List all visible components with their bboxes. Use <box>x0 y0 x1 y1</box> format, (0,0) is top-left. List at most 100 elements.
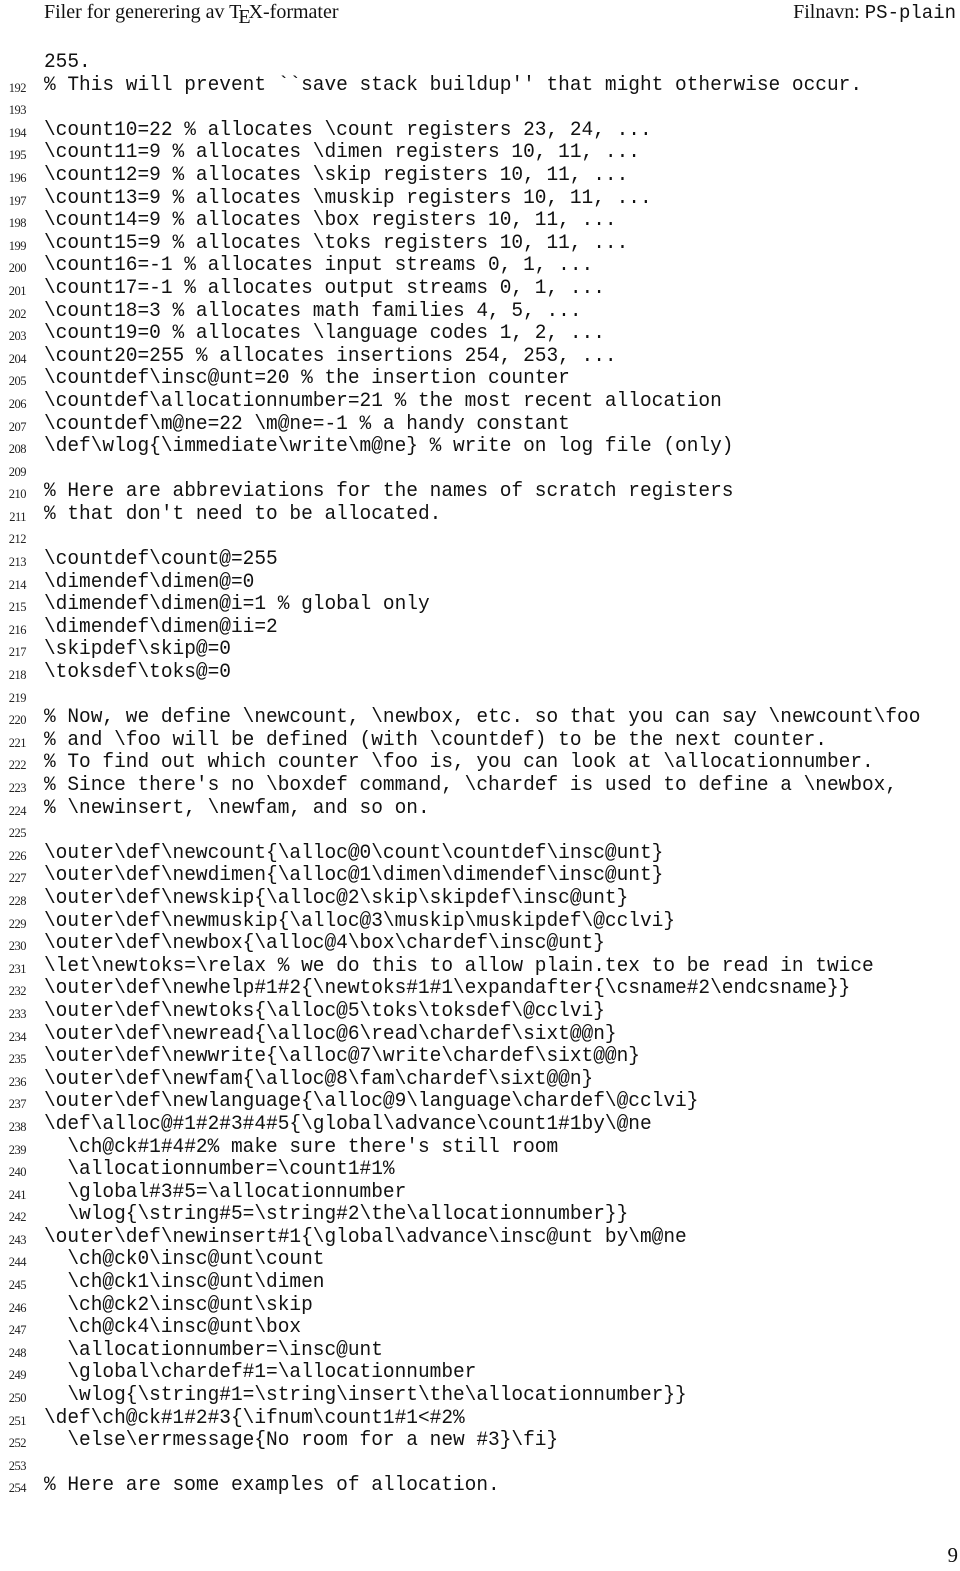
code-line: 204 \count20=255 % allocates insertions 2… <box>0 344 960 369</box>
code-line: 214 \dimendef\dimen@=0 <box>0 570 960 595</box>
line-text: % and \foo will be defined (with \countd… <box>44 728 827 752</box>
line-number: 212 <box>8 532 27 547</box>
line-number: 218 <box>8 668 27 683</box>
line-text: \count11=9 % allocates \dimen registers … <box>44 141 640 165</box>
line-number: 196 <box>8 170 27 185</box>
line-text: \ch@ck2\insc@unt\skip <box>44 1293 313 1317</box>
line-number: 207 <box>8 419 27 434</box>
filename-prefix: Filnavn: <box>793 1 865 23</box>
line-number: 250 <box>8 1391 27 1406</box>
page-header: Filer for generering av TEX-formater Fil… <box>0 0 960 30</box>
line-text: \outer\def\newbox{\alloc@4\box\chardef\i… <box>44 932 605 956</box>
line-text: % Since there's no \boxdef command, \cha… <box>44 774 898 797</box>
line-text: \allocationnumber=\count1#1% <box>44 1158 395 1182</box>
title-prefix: Filer for generering av T <box>44 1 242 23</box>
line-text: \wlog{\string#1=\string\insert\the\alloc… <box>44 1384 687 1408</box>
code-line: 210 % Here are abbreviations for the name… <box>0 481 960 504</box>
line-text: \outer\def\newwrite{\alloc@7\write\chard… <box>44 1045 640 1069</box>
code-line: 245 \ch@ck1\insc@unt\dimen <box>0 1271 960 1295</box>
line-text: \count12=9 % allocates \skip registers 1… <box>44 163 629 187</box>
code-line: 203 \count19=0 % allocates \language code… <box>0 323 960 346</box>
line-number: 193 <box>8 103 27 118</box>
line-text: \outer\def\newinsert#1{\global\advance\i… <box>44 1225 687 1249</box>
line-text: \def\wlog{\immediate\write\m@ne} % write… <box>44 435 734 459</box>
line-number: 192 <box>8 80 27 95</box>
line-number: 239 <box>8 1142 27 1157</box>
line-text: \else\errmessage{No room for a new #3}\f… <box>44 1429 559 1453</box>
line-number: 221 <box>8 735 27 750</box>
line-text: 255. <box>44 51 91 74</box>
line-text: \wlog{\string#5=\string#2\the\allocation… <box>44 1203 629 1227</box>
line-number: 222 <box>8 758 27 773</box>
code-line: 208 \def\wlog{\immediate\write\m@ne} % wr… <box>0 435 960 459</box>
line-text: % Here are some examples of allocation. <box>44 1474 500 1498</box>
code-line: 193 <box>0 97 960 120</box>
code-line: 249 \global\chardef#1=\allocationnumber <box>0 1362 960 1385</box>
line-number: 211 <box>9 509 26 524</box>
code-line: 248 \allocationnumber=\insc@unt <box>0 1339 960 1363</box>
line-text: \count20=255 % allocates insertions 254,… <box>44 344 617 368</box>
line-number: 229 <box>8 916 27 931</box>
line-text: % To find out which counter \foo is, you… <box>44 751 874 775</box>
line-text: \count14=9 % allocates \box registers 10… <box>44 209 617 233</box>
line-text: % \newinsert, \newfam, and so on. <box>44 796 430 820</box>
line-text: \def\ch@ck#1#2#3{\ifnum\count1#1<#2% <box>44 1406 465 1430</box>
line-number: 203 <box>8 329 27 344</box>
line-text: \ch@ck4\insc@unt\box <box>44 1316 302 1340</box>
code-line: 219 <box>0 685 960 708</box>
code-line: 246 \ch@ck2\insc@unt\skip <box>0 1293 960 1318</box>
line-number: 236 <box>8 1074 27 1089</box>
code-line: 200 \count16=-1 % allocates input streams… <box>0 255 960 278</box>
code-line: 243 \outer\def\newinsert#1{\global\advanc… <box>0 1225 960 1250</box>
document-title: Filer for generering av TEX-formater <box>44 0 339 28</box>
line-number: 237 <box>8 1097 27 1112</box>
line-number: 223 <box>8 781 27 795</box>
code-line: 231 \let\newtoks=\relax % we do this to a… <box>0 954 960 979</box>
code-line: 196 \count12=9 % allocates \skip register… <box>0 163 960 188</box>
line-text: \outer\def\newlanguage{\alloc@9\language… <box>44 1090 699 1114</box>
line-number: 195 <box>8 148 27 163</box>
code-line: 215 \dimendef\dimen@i=1 % global only <box>0 594 960 617</box>
line-text: \countdef\m@ne=22 \m@ne=-1 % a handy con… <box>44 412 570 436</box>
line-text: \outer\def\newread{\alloc@6\read\chardef… <box>44 1022 617 1046</box>
code-line: 242 \wlog{\string#5=\string#2\the\alloca… <box>0 1204 960 1227</box>
line-text: \dimendef\dimen@=0 <box>44 570 255 594</box>
code-line: 234 \outer\def\newread{\alloc@6\read\char… <box>0 1022 960 1047</box>
filename-label: Filnavn: PS-plain <box>793 0 956 25</box>
line-text: \ch@ck#1#4#2% make sure there's still ro… <box>44 1135 559 1159</box>
code-line: 244 \ch@ck0\insc@unt\count <box>0 1249 960 1272</box>
line-number: 232 <box>8 984 27 999</box>
code-line: 206 \countdef\allocationnumber=21 % the m… <box>0 389 960 414</box>
code-line: 226 \outer\def\newcount{\alloc@0\count\co… <box>0 842 960 866</box>
line-text: % that don't need to be allocated. <box>44 502 442 526</box>
line-text: \def\alloc@#1#2#3#4#5{\global\advance\co… <box>44 1112 652 1136</box>
line-number: 216 <box>8 622 27 637</box>
code-line: 216 \dimendef\dimen@ii=2 <box>0 615 960 640</box>
line-text: \count13=9 % allocates \muskip registers… <box>44 186 652 210</box>
code-line: 250 \wlog{\string#1=\string\insert\the\a… <box>0 1384 960 1408</box>
line-number: 200 <box>8 261 27 276</box>
code-line: 235 \outer\def\newwrite{\alloc@7\write\ch… <box>0 1046 960 1069</box>
line-number: 253 <box>8 1458 27 1473</box>
code-line: 225 <box>0 820 960 843</box>
line-number: 251 <box>8 1413 27 1428</box>
line-text: \dimendef\dimen@i=1 % global only <box>44 593 430 617</box>
code-line: 207 \countdef\m@ne=22 \m@ne=-1 % a handy … <box>0 412 960 437</box>
code-line: 213 \countdef\count@=255 <box>0 548 960 572</box>
code-line: 194 \count10=22 % allocates \count regist… <box>0 119 960 143</box>
line-text: \let\newtoks=\relax % we do this to allo… <box>44 954 874 978</box>
line-number: 199 <box>8 238 27 253</box>
code-line: 232 \outer\def\newhelp#1#2{\newtoks#1#1\e… <box>0 978 960 1001</box>
line-text: \dimendef\dimen@ii=2 <box>44 615 278 639</box>
line-text: % Now, we define \newcount, \newbox, etc… <box>44 706 921 730</box>
code-listing: 255. 192 % This will prevent ``save stack … <box>0 51 960 1498</box>
line-number: 252 <box>8 1436 27 1451</box>
code-line: 218 \toksdef\toks@=0 <box>0 661 960 685</box>
code-line: 192 % This will prevent ``save stack buil… <box>0 74 960 98</box>
line-text: \outer\def\newskip{\alloc@2\skip\skipdef… <box>44 886 629 910</box>
code-line: 240 \allocationnumber=\count1#1% <box>0 1158 960 1182</box>
line-number: 241 <box>8 1187 27 1202</box>
line-text: \countdef\allocationnumber=21 % the most… <box>44 389 722 413</box>
code-line: 241 \global#3#5=\allocationnumber <box>0 1181 960 1205</box>
code-line: 255. <box>0 51 960 75</box>
